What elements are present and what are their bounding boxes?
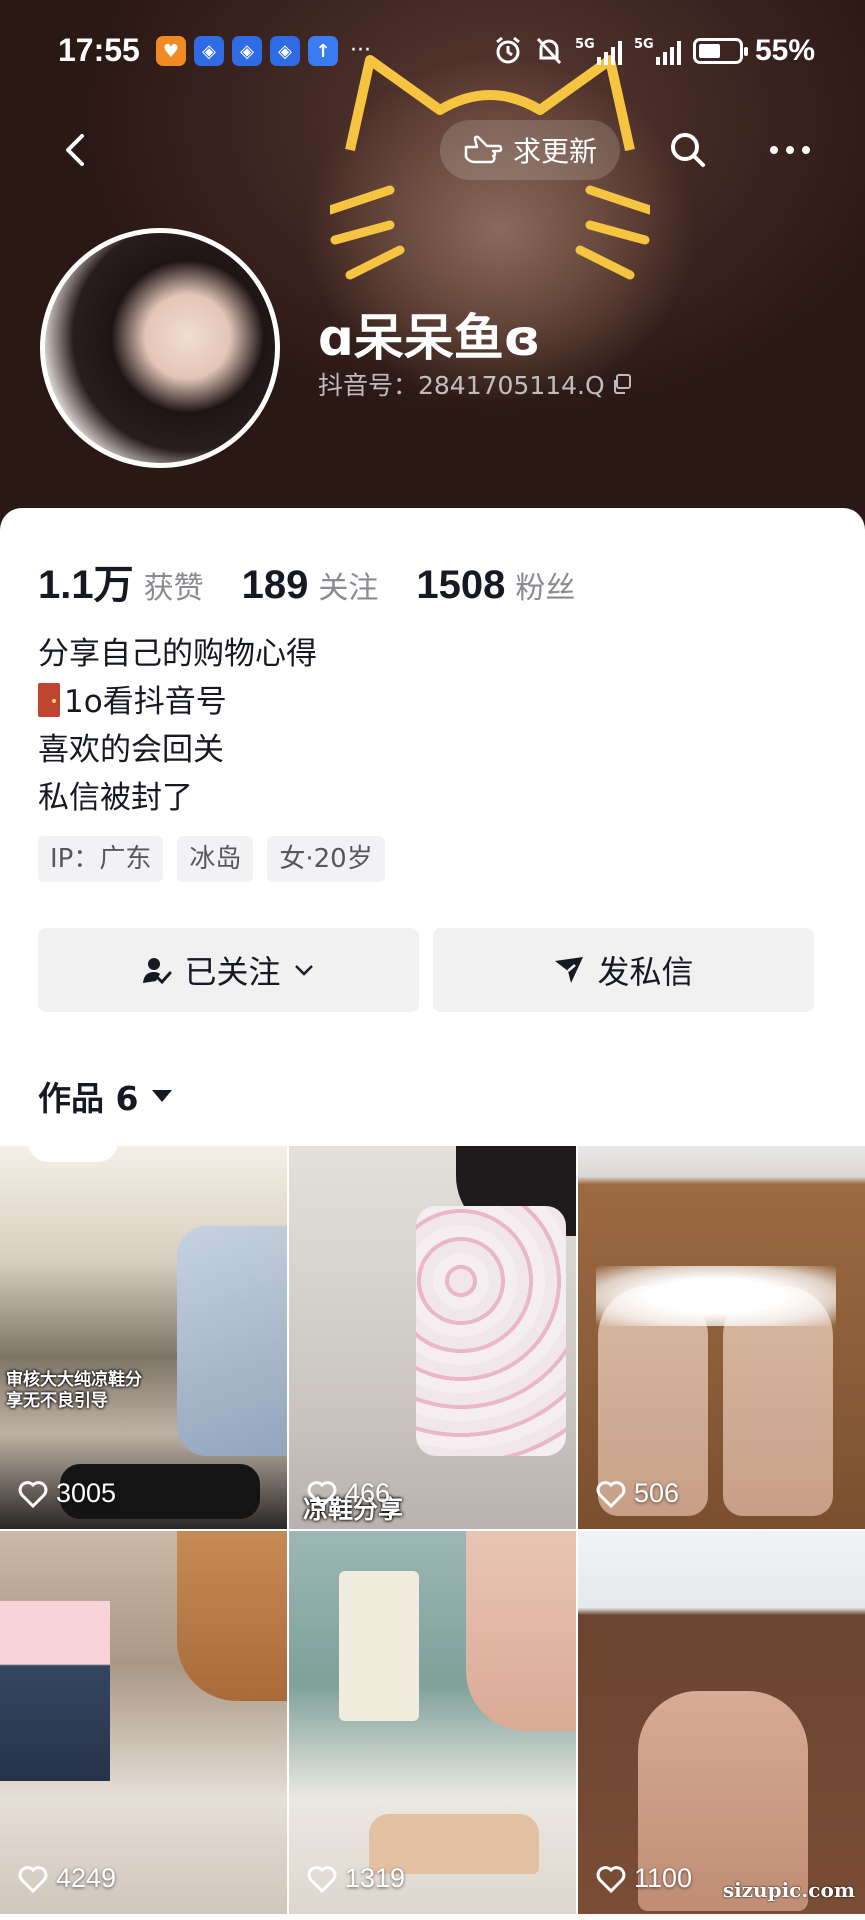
profile-card: 1.1万 获赞 189 关注 1508 粉丝 分享自己的购物心得 1o看抖音号 … (0, 508, 865, 1148)
video-thumbnail[interactable]: 4249 (0, 1531, 287, 1914)
profile-bio: 分享自己的购物心得 1o看抖音号 喜欢的会回关 私信被封了 (38, 630, 317, 822)
app-notification-icon: ◈ (232, 36, 262, 66)
notification-icons: ♥ ◈ ◈ ◈ ↑ ··· (156, 36, 371, 66)
video-likes-count: 1319 (345, 1863, 406, 1893)
mute-bell-icon (536, 37, 562, 65)
watermark: sizupic.com (722, 1878, 855, 1902)
alarm-icon (496, 36, 520, 64)
bio-line: 私信被封了 (38, 780, 193, 816)
app-notification-icon: ◈ (194, 36, 224, 66)
works-tab[interactable]: 作品 6 (38, 1072, 173, 1120)
video-likes: 4249 (18, 1863, 116, 1894)
avatar[interactable] (40, 228, 280, 468)
following-button-label: 已关注 (184, 953, 281, 991)
door-icon (38, 683, 60, 717)
video-likes-count: 4249 (56, 1863, 117, 1893)
battery-percent: 55% (754, 34, 815, 67)
app-notification-icon: ◈ (270, 36, 300, 66)
heart-icon (307, 1865, 337, 1893)
video-likes-count: 506 (634, 1478, 680, 1508)
profile-stats: 1.1万 获赞 189 关注 1508 粉丝 (38, 552, 603, 610)
followers-label: 粉丝 (515, 571, 576, 606)
bio-line: 分享自己的购物心得 (38, 636, 317, 672)
video-thumbnail[interactable]: 1319 (289, 1531, 576, 1914)
video-likes: 1100 (596, 1863, 692, 1894)
heart-icon (596, 1480, 626, 1508)
top-nav: 求更新 (0, 110, 865, 190)
battery-icon (692, 38, 748, 64)
bio-line: 喜欢的会回关 (38, 732, 224, 768)
caret-down-icon (152, 1090, 173, 1102)
video-likes-count: 1100 (634, 1863, 693, 1893)
video-grid: 审核大大纯凉鞋分 享无不良引导 3005 凉鞋分享 466 506 4249 1… (0, 1146, 865, 1920)
following-label: 关注 (318, 571, 379, 606)
signal-icon: 5G (575, 37, 622, 65)
video-likes: 506 (596, 1478, 679, 1509)
heart-icon (18, 1865, 48, 1893)
more-notifications-icon: ··· (350, 38, 371, 63)
video-thumbnail[interactable]: 506 (578, 1146, 865, 1529)
status-bar: 17:55 ♥ ◈ ◈ ◈ ↑ ··· 5G 5G 55% (0, 28, 865, 76)
following-button[interactable]: 已关注 (38, 928, 419, 1012)
video-likes: 466 (307, 1478, 390, 1509)
heart-icon (18, 1480, 48, 1508)
gender-age-tag: 女·20岁 (267, 836, 385, 882)
profile-header: 17:55 ♥ ◈ ◈ ◈ ↑ ··· 5G 5G 55% 求更新 ɑ呆呆鱼ɞ … (0, 0, 865, 540)
action-buttons: 已关注 发私信 (38, 928, 814, 1012)
heart-icon (596, 1865, 626, 1893)
chevron-down-icon (294, 965, 313, 976)
douyin-id[interactable]: 抖音号：2841705114.Q (318, 366, 633, 402)
followers-count[interactable]: 1508 (416, 563, 505, 608)
likes-count[interactable]: 1.1万 (38, 552, 134, 610)
status-time: 17:55 (58, 32, 140, 68)
video-thumbnail[interactable]: 审核大大纯凉鞋分 享无不良引导 3005 (0, 1146, 287, 1529)
request-update-button[interactable]: 求更新 (440, 120, 620, 180)
copy-icon[interactable] (611, 373, 633, 395)
send-icon (555, 957, 584, 983)
more-options-icon[interactable] (762, 126, 818, 174)
send-message-button[interactable]: 发私信 (433, 928, 814, 1012)
search-icon[interactable] (664, 126, 712, 174)
school-tag[interactable]: 冰岛 (177, 836, 254, 882)
likes-label: 获赞 (143, 571, 204, 606)
user-check-icon (143, 958, 172, 985)
status-right: 5G 5G 55% (493, 34, 815, 68)
request-update-label: 求更新 (512, 135, 597, 168)
douyin-id-text: 抖音号：2841705114.Q (318, 371, 605, 400)
video-likes-count: 466 (345, 1478, 391, 1508)
video-thumbnail[interactable]: 凉鞋分享 466 (289, 1146, 576, 1529)
video-thumbnail[interactable]: 1100 sizupic.com (578, 1531, 865, 1914)
send-message-label: 发私信 (597, 953, 694, 991)
video-likes: 1319 (307, 1863, 405, 1894)
profile-tags: IP：广东 冰岛 女·20岁 (38, 836, 385, 882)
ip-location-tag: IP：广东 (38, 836, 164, 882)
works-tab-label: 作品 6 (38, 1079, 139, 1118)
upload-app-icon: ↑ (308, 36, 338, 66)
hand-point-icon (464, 135, 503, 164)
video-likes: 3005 (18, 1478, 116, 1509)
heart-icon (307, 1480, 337, 1508)
back-icon[interactable] (52, 126, 100, 174)
bio-line: 1o看抖音号 (38, 678, 317, 726)
signal-icon: 5G (634, 37, 681, 65)
profile-nickname: ɑ呆呆鱼ɞ (318, 309, 541, 367)
video-likes-count: 3005 (56, 1478, 117, 1508)
heart-app-icon: ♥ (156, 36, 186, 66)
following-count[interactable]: 189 (242, 563, 309, 608)
video-caption: 审核大大纯凉鞋分 享无不良引导 (6, 1370, 142, 1412)
